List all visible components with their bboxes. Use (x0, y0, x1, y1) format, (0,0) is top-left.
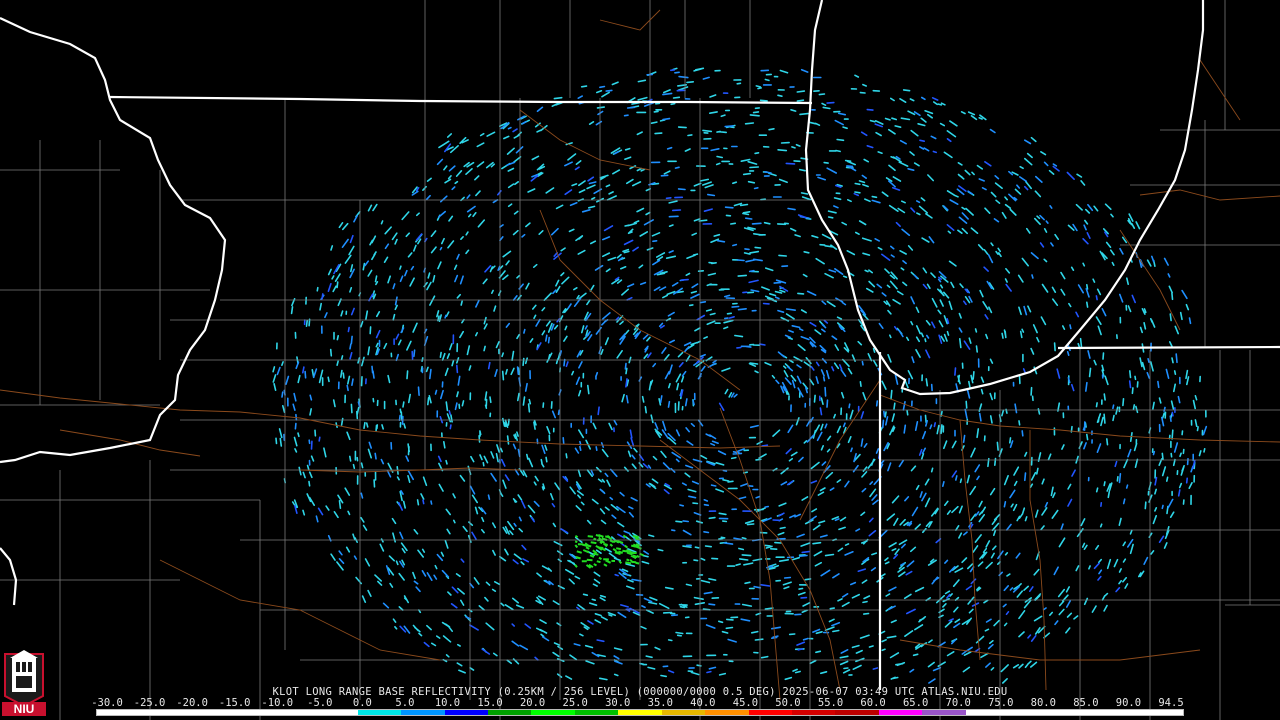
legend-label: 35.0 (647, 697, 673, 709)
legend-label: 0.0 (352, 697, 372, 709)
colorbar-swatch (835, 710, 879, 715)
colorbar-swatch (748, 710, 792, 715)
colorbar-swatch (922, 710, 966, 715)
colorbar-swatch (1096, 710, 1140, 715)
colorbar-swatch (401, 710, 445, 715)
legend-label: -15.0 (218, 697, 251, 709)
colorbar-swatch (1052, 710, 1097, 715)
colorbar-swatch (792, 710, 836, 715)
indiana-michigan-border (1057, 345, 1280, 350)
legend-label: 80.0 (1030, 697, 1056, 709)
legend-label: 94.5 (1158, 697, 1184, 709)
legend-label: 75.0 (988, 697, 1014, 709)
colorbar-swatch (1009, 710, 1053, 715)
colorbar-swatch (227, 710, 271, 715)
colorbar-swatch (878, 710, 923, 715)
legend-label: -25.0 (133, 697, 166, 709)
radar-map (0, 0, 1280, 720)
legend-label: 85.0 (1073, 697, 1099, 709)
legend-label: 55.0 (817, 697, 844, 709)
legend-labels: -30.0 -25.0 -20.0 -15.0 -10.0 -5.0 0.0 5.0 10.0 1… (91, 697, 1190, 709)
legend-label: 25.0 (562, 697, 588, 709)
colorbar-swatch (705, 710, 749, 715)
colorbar-swatch (574, 710, 619, 715)
reflectivity-colorbar (96, 709, 1184, 716)
legend-label: 45.0 (732, 697, 759, 709)
legend-label: 40.0 (690, 697, 716, 709)
colorbar-swatch (1139, 710, 1183, 715)
colorbar-swatch (183, 710, 228, 715)
legend-label: 20.0 (519, 697, 546, 709)
radar-site-marker (737, 399, 743, 405)
legend-label: 70.0 (945, 697, 971, 709)
logo-text: NIU (14, 702, 35, 716)
colorbar-swatch (661, 710, 706, 715)
legend-label: 60.0 (860, 697, 886, 709)
niu-logo-icon: NIU (2, 650, 46, 716)
colorbar-swatch (97, 710, 141, 715)
legend-label: 10.0 (434, 697, 461, 709)
legend-label: 15.0 (477, 697, 503, 709)
legend-label: -10.0 (261, 697, 294, 709)
legend-label: -20.0 (176, 697, 208, 709)
colorbar-swatch (357, 710, 402, 715)
legend-label: 90.0 (1115, 697, 1142, 709)
legend-label: -30.0 (91, 697, 123, 709)
colorbar-swatch (314, 710, 358, 715)
colorbar-swatch (487, 710, 532, 715)
colorbar-swatch (270, 710, 315, 715)
legend-label: 30.0 (605, 697, 631, 709)
colorbar-swatch (531, 710, 575, 715)
colorbar-swatch (140, 710, 184, 715)
colorbar-swatch (618, 710, 662, 715)
legend-label: 50.0 (775, 697, 801, 709)
colorbar-swatch (965, 710, 1010, 715)
colorbar-swatch (444, 710, 488, 715)
legend-label: -5.0 (307, 697, 333, 709)
legend-label: 65.0 (902, 697, 929, 709)
legend-label: 5.0 (395, 697, 415, 709)
